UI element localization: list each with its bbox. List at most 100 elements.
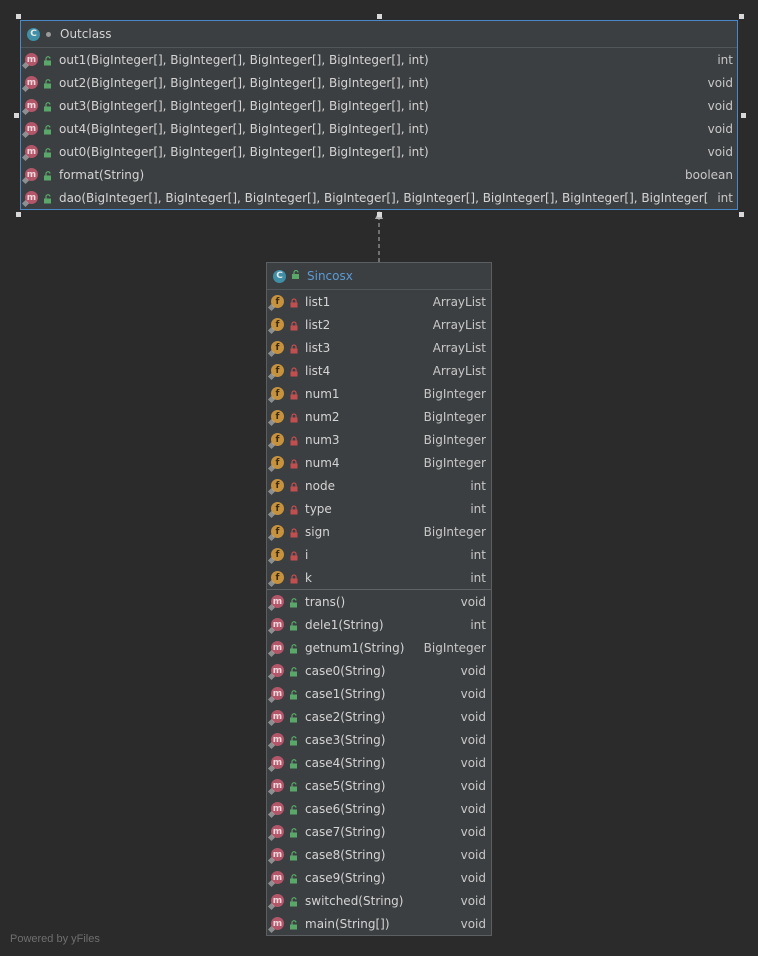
method-icon: m	[25, 76, 38, 89]
class-header-sincosx[interactable]: C Sincosx	[267, 263, 491, 290]
field-type: BigInteger	[423, 432, 486, 447]
field-name: i	[305, 547, 309, 562]
resize-handle-top-middle[interactable]	[377, 14, 382, 19]
field-row[interactable]: f num3 BigInteger	[267, 428, 491, 451]
field-row[interactable]: f sign BigInteger	[267, 520, 491, 543]
field-name: list1	[305, 294, 331, 309]
method-type: void	[460, 732, 486, 747]
public-access-icon	[289, 804, 299, 814]
field-type: ArrayList	[432, 294, 486, 309]
method-name: case8(String)	[305, 847, 386, 862]
private-access-icon	[289, 550, 299, 560]
method-type: void	[460, 870, 486, 885]
class-box-sincosx[interactable]: C Sincosx f list1 ArrayList f list2 ArrayList…	[266, 262, 492, 936]
public-access-icon	[289, 735, 299, 745]
method-row[interactable]: m case8(String) void	[267, 843, 491, 866]
method-row[interactable]: m out3(BigInteger[], BigInteger[], BigInt…	[21, 94, 737, 117]
method-name: case6(String)	[305, 801, 386, 816]
method-icon: m	[271, 825, 284, 838]
public-access-icon	[289, 620, 299, 630]
fields-section-sincosx: f list1 ArrayList f list2 ArrayList f list3 Arra…	[267, 290, 491, 590]
method-row[interactable]: m out1(BigInteger[], BigInteger[], BigInt…	[21, 48, 737, 71]
method-row[interactable]: m case2(String) void	[267, 705, 491, 728]
public-access-icon	[289, 643, 299, 653]
field-row[interactable]: f num4 BigInteger	[267, 451, 491, 474]
field-icon: f	[271, 525, 284, 538]
field-icon: f	[271, 479, 284, 492]
method-row[interactable]: m dao(BigInteger[], BigInteger[], BigInte…	[21, 186, 737, 209]
resize-handle-top-left[interactable]	[16, 14, 21, 19]
field-row[interactable]: f list1 ArrayList	[267, 290, 491, 313]
method-row[interactable]: m trans() void	[267, 590, 491, 613]
method-icon: m	[271, 848, 284, 861]
method-row[interactable]: m switched(String) void	[267, 889, 491, 912]
class-header-outclass[interactable]: C Outclass	[21, 21, 737, 48]
method-icon: m	[271, 641, 284, 654]
field-row[interactable]: f node int	[267, 474, 491, 497]
method-icon: m	[271, 917, 284, 930]
field-icon: f	[271, 295, 284, 308]
field-type: BigInteger	[423, 409, 486, 424]
field-row[interactable]: f list3 ArrayList	[267, 336, 491, 359]
methods-section-sincosx: m trans() void m dele1(String) int m getnum1(St…	[267, 590, 491, 935]
method-row[interactable]: m getnum1(String) BigInteger	[267, 636, 491, 659]
method-row[interactable]: m out4(BigInteger[], BigInteger[], BigInt…	[21, 117, 737, 140]
method-name: format(String)	[59, 167, 145, 182]
field-type: ArrayList	[432, 363, 486, 378]
method-row[interactable]: m format(String) boolean	[21, 163, 737, 186]
public-access-icon	[43, 147, 53, 157]
public-access-icon	[43, 170, 53, 180]
field-row[interactable]: f k int	[267, 566, 491, 589]
method-type: void	[460, 755, 486, 770]
field-row[interactable]: f list2 ArrayList	[267, 313, 491, 336]
resize-handle-bottom-middle[interactable]	[377, 212, 382, 217]
method-row[interactable]: m case7(String) void	[267, 820, 491, 843]
method-type: void	[460, 847, 486, 862]
field-row[interactable]: f list4 ArrayList	[267, 359, 491, 382]
resize-handle-bottom-left[interactable]	[16, 212, 21, 217]
method-name: out3(BigInteger[], BigInteger[], BigInte…	[59, 98, 429, 113]
method-row[interactable]: m out0(BigInteger[], BigInteger[], BigInt…	[21, 140, 737, 163]
field-type: int	[470, 570, 486, 585]
method-name: case4(String)	[305, 755, 386, 770]
method-row[interactable]: m case3(String) void	[267, 728, 491, 751]
resize-handle-top-right[interactable]	[739, 14, 744, 19]
class-box-outclass[interactable]: C Outclass m out1(BigInteger[], BigIntege…	[20, 20, 738, 210]
public-access-icon	[289, 919, 299, 929]
field-icon: f	[271, 341, 284, 354]
field-row[interactable]: f num1 BigInteger	[267, 382, 491, 405]
resize-handle-middle-right[interactable]	[741, 113, 746, 118]
method-row[interactable]: m dele1(String) int	[267, 613, 491, 636]
method-name: dele1(String)	[305, 617, 384, 632]
method-row[interactable]: m main(String[]) void	[267, 912, 491, 935]
method-row[interactable]: m case1(String) void	[267, 682, 491, 705]
private-access-icon	[289, 435, 299, 445]
method-row[interactable]: m case5(String) void	[267, 774, 491, 797]
method-row[interactable]: m case0(String) void	[267, 659, 491, 682]
private-access-icon	[289, 343, 299, 353]
field-type: BigInteger	[423, 386, 486, 401]
field-row[interactable]: f num2 BigInteger	[267, 405, 491, 428]
field-row[interactable]: f type int	[267, 497, 491, 520]
method-name: dao(BigInteger[], BigInteger[], BigInteg…	[59, 190, 710, 205]
public-access-icon	[289, 850, 299, 860]
method-type: boolean	[685, 167, 733, 182]
method-row[interactable]: m case9(String) void	[267, 866, 491, 889]
method-type: void	[460, 686, 486, 701]
resize-handle-middle-left[interactable]	[14, 113, 19, 118]
field-name: list3	[305, 340, 331, 355]
public-access-icon	[291, 269, 301, 283]
method-row[interactable]: m case4(String) void	[267, 751, 491, 774]
method-icon: m	[25, 53, 38, 66]
private-access-icon	[289, 481, 299, 491]
method-row[interactable]: m case6(String) void	[267, 797, 491, 820]
method-name: case9(String)	[305, 870, 386, 885]
field-row[interactable]: f i int	[267, 543, 491, 566]
field-icon: f	[271, 571, 284, 584]
public-access-icon	[43, 124, 53, 134]
method-type: void	[460, 824, 486, 839]
method-row[interactable]: m out2(BigInteger[], BigInteger[], BigInt…	[21, 71, 737, 94]
method-type: void	[707, 75, 733, 90]
resize-handle-bottom-right[interactable]	[739, 212, 744, 217]
field-icon: f	[271, 364, 284, 377]
